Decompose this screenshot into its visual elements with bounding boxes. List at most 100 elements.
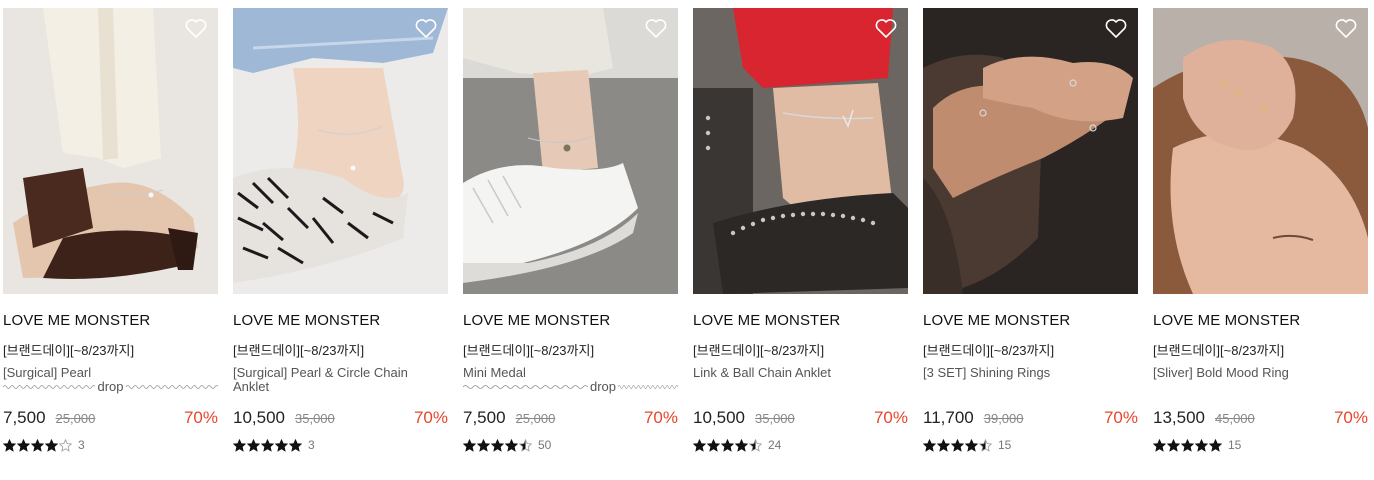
promo-label: [브랜드데이][~8/23까지]	[923, 343, 1055, 358]
star-filled-icon	[923, 438, 936, 452]
heart-icon[interactable]	[184, 17, 208, 39]
star-filled-icon	[707, 438, 720, 452]
star-filled-icon	[951, 438, 964, 452]
product-image[interactable]	[3, 8, 218, 294]
wavy-underline	[3, 385, 96, 389]
discount-rate: 70%	[873, 408, 908, 427]
product-image[interactable]	[693, 8, 908, 294]
product-card[interactable]: LOVE ME MONSTER [브랜드데이][~8/23까지] [Surgic…	[233, 8, 448, 468]
product-name-line1: [Surgical] Pearl	[3, 365, 92, 380]
product-name-line2: drop	[589, 379, 616, 394]
star-filled-icon	[1209, 438, 1222, 452]
product-image[interactable]	[233, 8, 448, 294]
review-count: 15	[998, 438, 1012, 452]
star-filled-icon	[965, 438, 978, 452]
product-image[interactable]	[463, 8, 678, 294]
product-name[interactable]: [Sliver] Bold Mood Ring	[1153, 366, 1368, 396]
star-half-icon	[749, 438, 762, 452]
product-name-line1: [3 SET] Shining Rings	[923, 365, 1051, 380]
product-card[interactable]: LOVE ME MONSTER [브랜드데이][~8/23까지] [Surgic…	[3, 8, 218, 468]
original-price: 39,000	[983, 411, 1024, 426]
star-filled-icon	[1167, 438, 1180, 452]
star-rating	[463, 438, 532, 452]
sale-price: 10,500	[233, 408, 285, 427]
brand-name[interactable]: LOVE ME MONSTER	[3, 312, 218, 331]
star-filled-icon	[45, 438, 58, 452]
star-filled-icon	[261, 438, 274, 452]
star-filled-icon	[477, 438, 490, 452]
price-row: 7,500 25,000 70%	[463, 408, 678, 430]
discount-rate: 70%	[643, 408, 678, 427]
sale-price: 7,500	[3, 408, 46, 427]
promo-label: [브랜드데이][~8/23까지]	[693, 343, 825, 358]
heart-icon[interactable]	[874, 17, 898, 39]
product-image[interactable]	[1153, 8, 1368, 294]
product-card[interactable]: LOVE ME MONSTER [브랜드데이][~8/23까지] [Sliver…	[1153, 8, 1368, 468]
heart-icon[interactable]	[644, 17, 668, 39]
brand-name[interactable]: LOVE ME MONSTER	[463, 312, 678, 331]
promo-label: [브랜드데이][~8/23까지]	[463, 343, 595, 358]
star-filled-icon	[463, 438, 476, 452]
discount-rate: 70%	[183, 408, 218, 427]
original-price: 35,000	[295, 411, 335, 426]
brand-name[interactable]: LOVE ME MONSTER	[693, 312, 908, 331]
star-filled-icon	[1153, 438, 1166, 452]
product-image[interactable]	[923, 8, 1138, 294]
rating: 3	[233, 438, 315, 452]
brand-name[interactable]: LOVE ME MONSTER	[1153, 312, 1368, 331]
price-row: 11,700 39,000 70%	[923, 408, 1138, 430]
star-filled-icon	[289, 438, 302, 452]
star-filled-icon	[3, 438, 16, 452]
product-name[interactable]: Mini Medal drop	[463, 366, 678, 396]
discount-rate: 70%	[1333, 408, 1368, 427]
star-filled-icon	[31, 438, 44, 452]
rating: 15	[923, 438, 1011, 452]
heart-icon[interactable]	[1104, 17, 1128, 39]
product-name[interactable]: [3 SET] Shining Rings	[923, 366, 1138, 396]
brand-name[interactable]: LOVE ME MONSTER	[233, 312, 448, 331]
wavy-underline	[125, 385, 218, 389]
star-filled-icon	[505, 438, 518, 452]
product-card[interactable]: LOVE ME MONSTER [브랜드데이][~8/23까지] [3 SET]…	[923, 8, 1138, 468]
discount-rate: 70%	[1103, 408, 1138, 427]
sale-price: 10,500	[693, 408, 745, 427]
star-filled-icon	[17, 438, 30, 452]
review-count: 3	[78, 438, 85, 452]
product-card[interactable]: LOVE ME MONSTER [브랜드데이][~8/23까지] Link & …	[693, 8, 908, 468]
original-price: 45,000	[1215, 411, 1255, 426]
promo-label: [브랜드데이][~8/23까지]	[233, 343, 365, 358]
star-half-icon	[519, 438, 532, 452]
price-row: 7,500 25,000 70%	[3, 408, 218, 430]
star-filled-icon	[1195, 438, 1208, 452]
wavy-underline	[463, 385, 588, 389]
star-filled-icon	[693, 438, 706, 452]
discount-rate: 70%	[413, 408, 448, 427]
price-row: 10,500 35,000 70%	[693, 408, 908, 430]
sale-price: 13,500	[1153, 408, 1205, 427]
product-name-line2: Anklet	[233, 379, 270, 394]
original-price: 25,000	[515, 411, 556, 426]
star-empty-icon	[59, 438, 72, 452]
star-rating	[3, 438, 72, 452]
rating: 24	[693, 438, 781, 452]
sale-price: 7,500	[463, 408, 506, 427]
brand-name[interactable]: LOVE ME MONSTER	[923, 312, 1138, 331]
product-name-line1: Mini Medal	[463, 365, 526, 380]
heart-icon[interactable]	[414, 17, 438, 39]
product-name[interactable]: [Surgical] Pearl & Circle Chain Anklet	[233, 366, 448, 396]
star-filled-icon	[275, 438, 288, 452]
star-rating	[923, 438, 992, 452]
star-rating	[693, 438, 762, 452]
product-name[interactable]: Link & Ball Chain Anklet	[693, 366, 908, 396]
rating: 3	[3, 438, 85, 452]
original-price: 25,000	[55, 411, 96, 426]
star-filled-icon	[247, 438, 260, 452]
star-filled-icon	[1181, 438, 1194, 452]
product-card[interactable]: LOVE ME MONSTER [브랜드데이][~8/23까지] Mini Me…	[463, 8, 678, 468]
rating: 15	[1153, 438, 1241, 452]
product-name-line2: drop	[97, 379, 124, 394]
rating: 50	[463, 438, 551, 452]
product-name[interactable]: [Surgical] Pearl drop	[3, 366, 218, 396]
heart-icon[interactable]	[1334, 17, 1358, 39]
sale-price: 11,700	[923, 408, 974, 427]
